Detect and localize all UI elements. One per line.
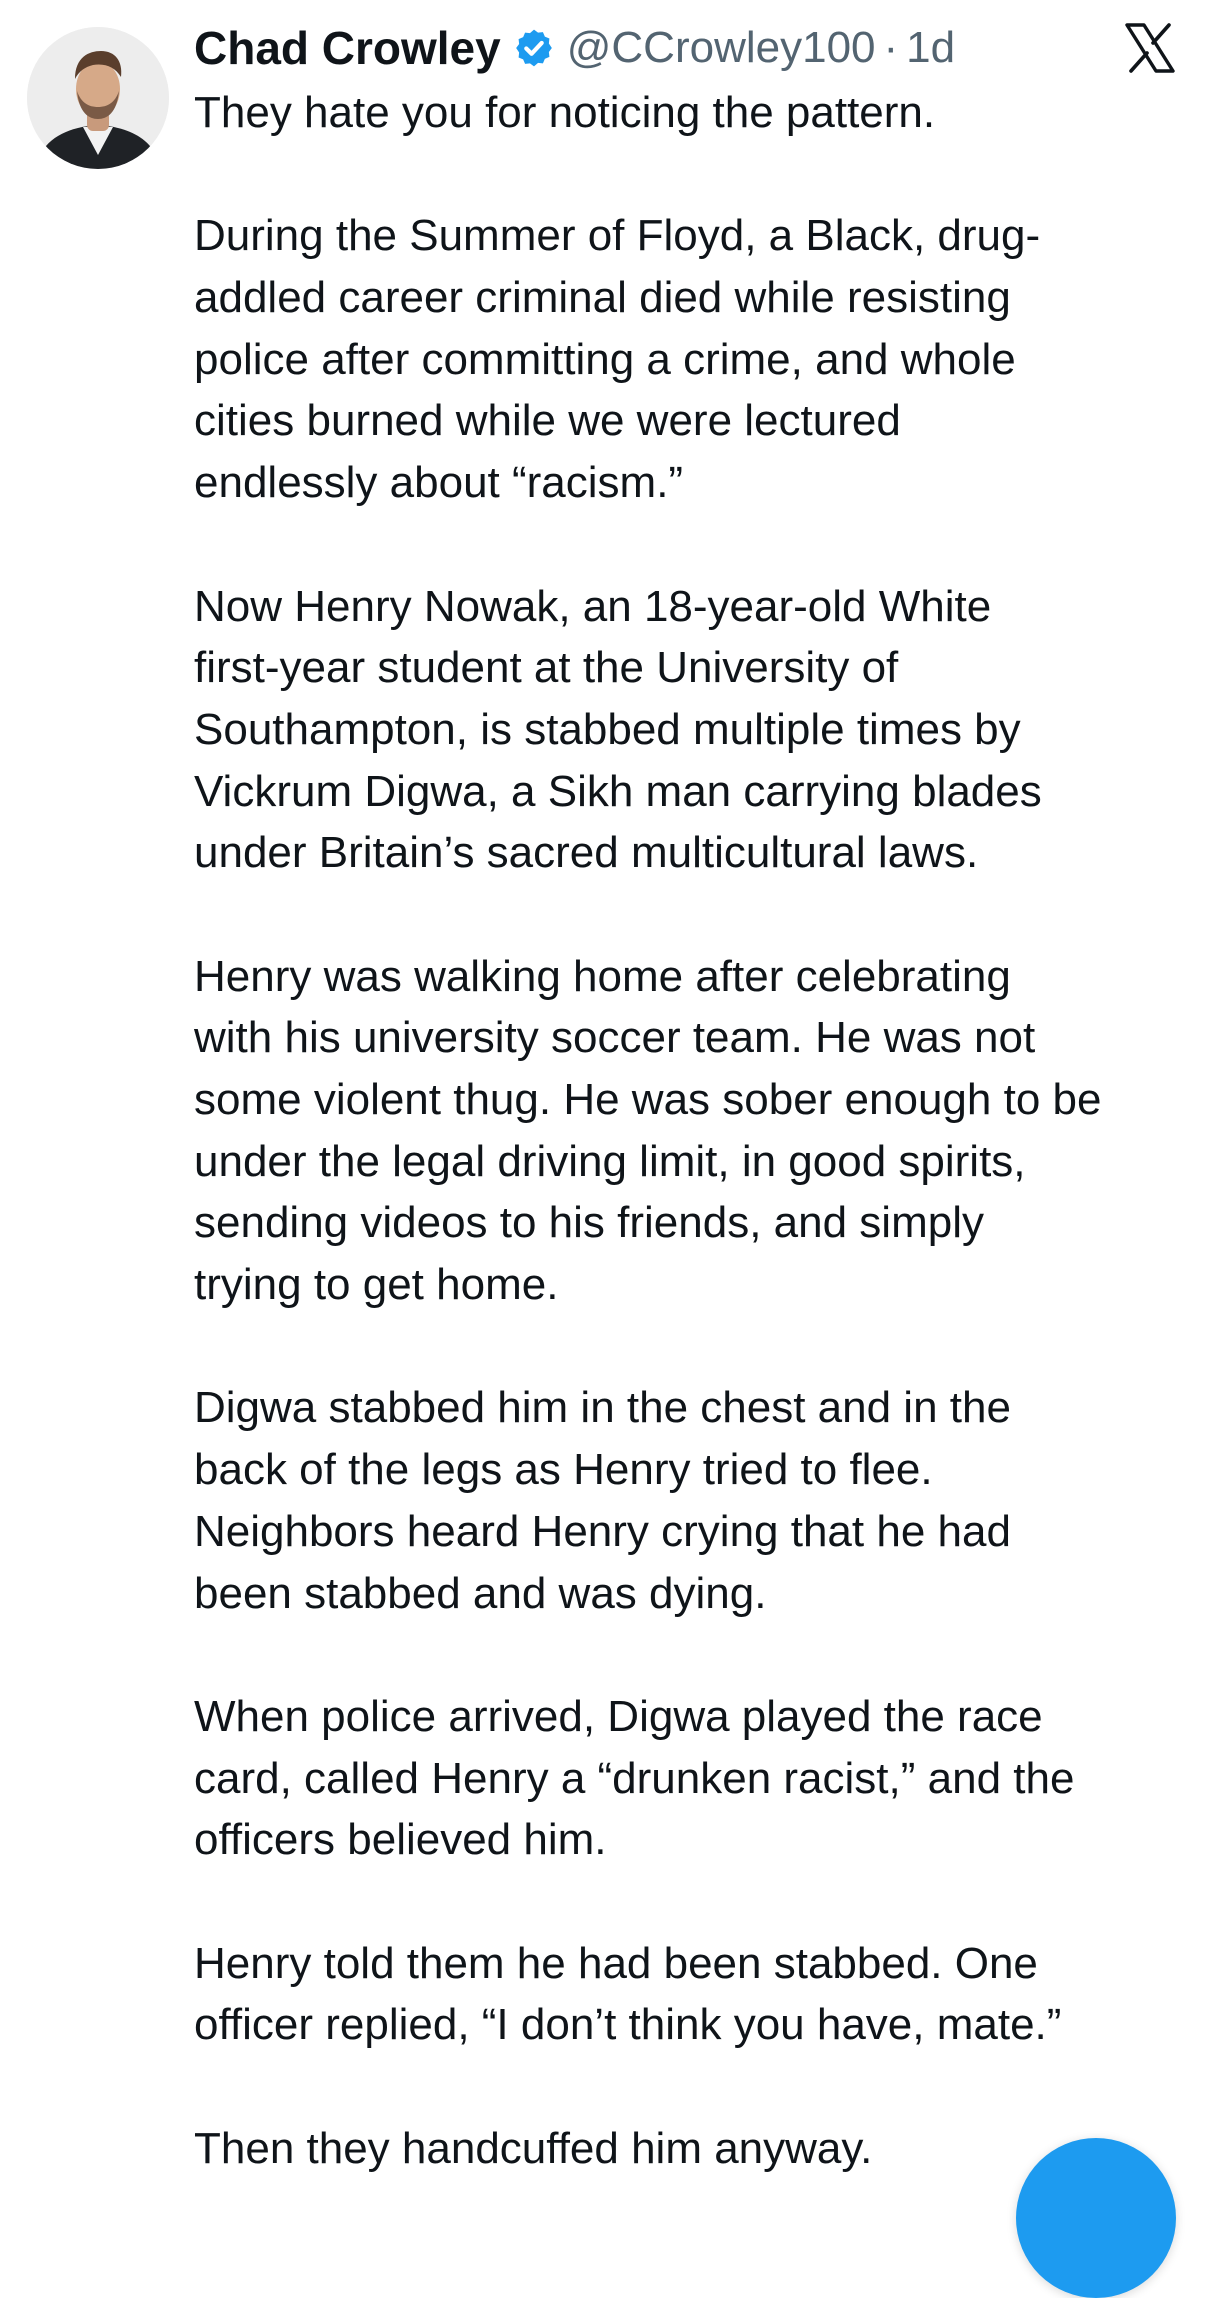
compose-button[interactable]	[1016, 2138, 1176, 2298]
profile-photo	[27, 27, 169, 169]
tweet-text-line: back of the legs as Henry tried to flee.	[194, 1445, 933, 1495]
tweet-text-line: cities burned while we were lectured	[194, 396, 901, 446]
tweet-text: They hate you for noticing the pattern. D…	[194, 82, 1194, 2179]
tweet-text-line: Digwa stabbed him in the chest and in th…	[194, 1383, 1011, 1433]
tweet-text-line: During the Summer of Floyd, a Black, dru…	[194, 211, 1041, 261]
tweet-text-line: first-year student at the University of	[194, 643, 899, 693]
tweet-text-line: trying to get home.	[194, 1260, 559, 1310]
author-handle[interactable]: @CCrowley100	[567, 23, 876, 73]
tweet-text-line: Vickrum Digwa, a Sikh man carrying blade…	[194, 766, 1042, 816]
tweet-text-line: some violent thug. He was sober enough t…	[194, 1075, 1102, 1124]
tweet-text-line: When police arrived, Digwa played the ra…	[194, 1691, 1043, 1741]
tweet-text-line: officers believed him.	[194, 1815, 607, 1865]
tweet-text-line: Henry was walking home after celebrating	[194, 951, 1011, 1001]
tweet-text-line: Now Henry Nowak, an 18-year-old White	[194, 581, 992, 631]
tweet-text-line: police after committing a crime, and who…	[194, 334, 1016, 384]
tweet-text-line: been stabbed and was dying.	[194, 1568, 767, 1618]
tweet-text-line: with his university soccer team. He was …	[194, 1013, 1036, 1063]
tweet-text-line: under Britain’s sacred multicultural law…	[194, 828, 979, 878]
tweet-text-line: endlessly about “racism.”	[194, 458, 684, 508]
timestamp[interactable]: 1d	[906, 23, 955, 73]
tweet-text-line: card, called Henry a “drunken racist,” a…	[194, 1753, 1075, 1803]
tweet-text-line: addled career criminal died while resist…	[194, 273, 1011, 323]
tweet-text-line: under the legal driving limit, in good s…	[194, 1136, 1026, 1186]
tweet-text-line: They hate you for noticing the pattern.	[194, 88, 936, 137]
tweet-text-line: sending videos to his friends, and simpl…	[194, 1198, 984, 1248]
tweet-text-line: Neighbors heard Henry crying that he had	[194, 1506, 1011, 1556]
separator-dot: ·	[883, 23, 899, 72]
tweet-header: Chad Crowley @CCrowley100 · 1d	[194, 16, 955, 80]
tweet-text-line: officer replied, “I don’t think you have…	[194, 2000, 1062, 2050]
verified-badge-icon	[513, 27, 555, 69]
x-logo-icon[interactable]	[1124, 22, 1176, 74]
author-name[interactable]: Chad Crowley	[194, 21, 501, 75]
tweet-text-line: Southampton, is stabbed multiple times b…	[194, 704, 1021, 754]
avatar[interactable]	[27, 27, 169, 169]
tweet-text-line: Henry told them he had been stabbed. One	[194, 1938, 1038, 1988]
